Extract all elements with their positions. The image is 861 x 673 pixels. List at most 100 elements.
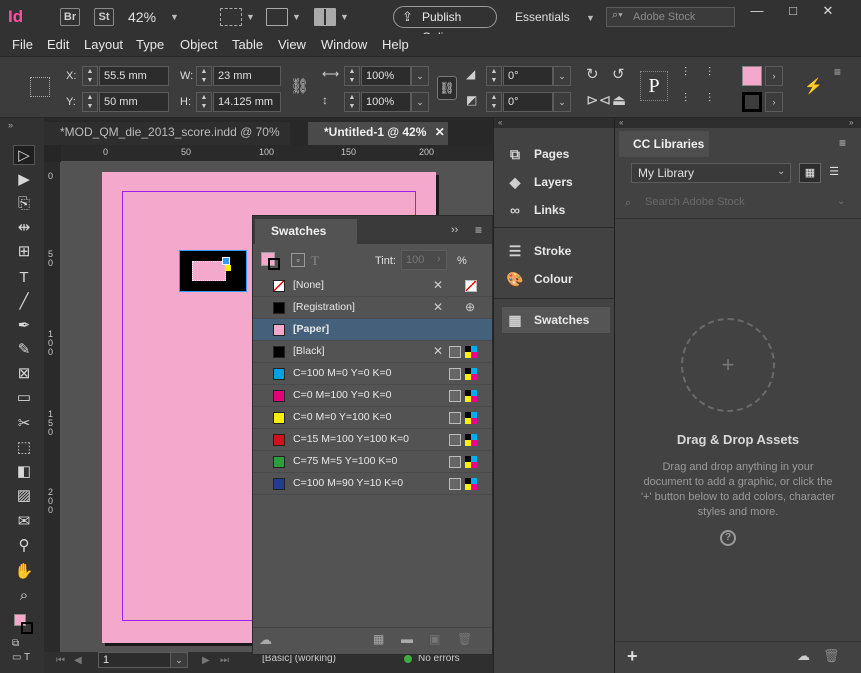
formatting-affects-container-icon[interactable]: ⧉	[12, 638, 19, 649]
select-container-icon[interactable]: ⫶	[684, 65, 687, 80]
menu-file[interactable]: File	[12, 37, 33, 52]
selection-tool-icon[interactable]: ▷	[13, 145, 35, 165]
library-dropdown-icon[interactable]: ⌄	[777, 166, 785, 177]
stock-search-input[interactable]: Adobe Stock	[606, 7, 735, 27]
fill-dropdown[interactable]: ›	[765, 66, 783, 86]
stroke-swatch[interactable]	[742, 92, 762, 112]
help-icon[interactable]: ?	[720, 530, 736, 546]
scale-x-stepper[interactable]: ▲ ▼	[344, 66, 360, 86]
shear-dropdown[interactable]: ⌄	[553, 92, 571, 112]
swatch-views-icon[interactable]: ▦	[373, 632, 384, 646]
y-stepper[interactable]: ▲ ▼	[82, 92, 98, 112]
cc-libraries-tab[interactable]: CC Libraries	[619, 131, 709, 157]
rotate-dropdown[interactable]: ⌄	[553, 66, 571, 86]
zoom-dropdown-icon[interactable]: ▼	[170, 12, 179, 22]
rotate-field[interactable]: 0°	[503, 66, 553, 86]
delete-swatch-icon[interactable]: 🗑	[457, 632, 472, 646]
swatch-row[interactable]: C=75 M=5 Y=100 K=0	[253, 451, 492, 473]
scale-y-stepper[interactable]: ▲ ▼	[344, 92, 360, 112]
menu-type[interactable]: Type	[136, 37, 164, 52]
constrain-proportions-icon[interactable]: ⛓	[290, 77, 309, 95]
note-tool-icon[interactable]: ✉	[13, 512, 35, 532]
swatch-row[interactable]: C=100 M=90 Y=10 K=0	[253, 473, 492, 495]
dock-expand-icon[interactable]: «	[498, 118, 502, 127]
scale-y-dropdown[interactable]: ⌄	[411, 92, 429, 112]
cclib-collapse-icon[interactable]: »	[849, 118, 853, 127]
menu-table[interactable]: Table	[232, 37, 263, 52]
cclib-search-input[interactable]: Search Adobe Stock	[645, 196, 805, 212]
gradient-feather-tool-icon[interactable]: ▨	[13, 486, 35, 506]
scale-y-field[interactable]: 100%	[361, 92, 411, 112]
add-asset-circle[interactable]: +	[681, 318, 775, 412]
maximize-button[interactable]: □	[778, 4, 808, 18]
vertical-ruler[interactable]: 0 5 0 1 0 0 1 5 0 2 0 0	[44, 162, 61, 652]
swatch-row[interactable]: C=100 M=0 Y=0 K=0	[253, 363, 492, 385]
search-dropdown-icon[interactable]: ⌄	[837, 196, 845, 207]
paragraph-direction-icon[interactable]: P	[640, 71, 668, 101]
swatch-row[interactable]: C=0 M=100 Y=0 K=0	[253, 385, 492, 407]
free-transform-tool-icon[interactable]: ⬚	[13, 438, 35, 458]
dock-item-links[interactable]: ∞ Links	[502, 197, 610, 223]
swatch-row-selected[interactable]: [Paper]	[253, 319, 492, 341]
formatting-affects-text-icon[interactable]: ▭ T	[12, 652, 30, 663]
dock-item-colour[interactable]: 🎨 Colour	[502, 266, 610, 292]
swatches-tab[interactable]: Swatches	[255, 219, 357, 244]
reference-point-icon[interactable]	[30, 77, 50, 97]
cclib-expand-icon[interactable]: «	[619, 118, 623, 127]
selected-frame[interactable]	[179, 250, 247, 292]
new-color-group-icon[interactable]: ▬	[401, 632, 413, 646]
new-swatch-icon[interactable]: ▣	[429, 632, 440, 646]
rotate-stepper[interactable]: ▲ ▼	[486, 66, 502, 86]
grid-view-icon[interactable]: ▦	[799, 163, 821, 183]
formatting-text-icon[interactable]: T	[311, 253, 319, 269]
constrain-scale-icon[interactable]: ⛓	[437, 76, 457, 100]
arrange-dropdown-icon[interactable]: ▼	[340, 12, 349, 22]
library-selector[interactable]: My Library	[631, 163, 791, 183]
previous-page-icon[interactable]: ◀	[74, 655, 82, 666]
page-tool-icon[interactable]: ⎘	[13, 194, 35, 214]
last-page-icon[interactable]: ⏭	[220, 655, 229, 666]
content-collector-icon[interactable]: ⊞	[13, 242, 35, 262]
shear-field[interactable]: 0°	[503, 92, 553, 112]
collapse-tools-icon[interactable]: »	[8, 120, 13, 130]
menu-window[interactable]: Window	[321, 37, 367, 52]
screen-mode-icon[interactable]	[266, 8, 288, 26]
cc-library-icon[interactable]: ☁	[259, 632, 272, 648]
type-tool-icon[interactable]: T	[13, 268, 35, 288]
y-field[interactable]: 50 mm	[99, 92, 169, 112]
gap-tool-icon[interactable]: ⇹	[13, 218, 35, 238]
dock-item-stroke[interactable]: ☰ Stroke	[502, 238, 610, 264]
workspace-dropdown-icon[interactable]: ▼	[586, 13, 595, 23]
swatch-row[interactable]: [None] ✕	[253, 275, 492, 297]
hand-tool-icon[interactable]: ✋	[13, 562, 35, 582]
x-stepper[interactable]: ▲ ▼	[82, 66, 98, 86]
delete-asset-icon[interactable]: 🗑	[823, 648, 840, 664]
stroke-dropdown[interactable]: ›	[765, 92, 783, 112]
inner-content-frame[interactable]	[192, 261, 226, 281]
cclib-menu-icon[interactable]: ≡	[839, 136, 846, 150]
arrange-documents-icon[interactable]	[314, 8, 336, 26]
gradient-swatch-tool-icon[interactable]: ◧	[13, 462, 35, 482]
h-field[interactable]: 14.125 mm	[213, 92, 281, 112]
w-field[interactable]: 23 mm	[213, 66, 281, 86]
close-tab-icon[interactable]: ✕	[435, 125, 445, 139]
creative-cloud-icon[interactable]: ☁	[797, 648, 810, 664]
ruler-origin[interactable]	[44, 145, 61, 162]
swatch-row[interactable]: [Black] ✕	[253, 341, 492, 363]
stroke-box[interactable]	[268, 258, 280, 270]
dock-item-layers[interactable]: ◆ Layers	[502, 169, 610, 195]
view-options-icon[interactable]	[220, 8, 242, 26]
x-field[interactable]: 55.5 mm	[99, 66, 169, 86]
menu-help[interactable]: Help	[382, 37, 409, 52]
content-grabber-handle[interactable]	[222, 257, 230, 265]
view-options-dropdown-icon[interactable]: ▼	[246, 12, 255, 22]
bridge-button[interactable]: Br	[60, 8, 80, 26]
panel-menu-icon[interactable]: ≡	[475, 223, 482, 237]
rotate-ccw-icon[interactable]: ↺	[612, 65, 625, 83]
swatch-row[interactable]: [Registration] ✕ ⊕	[253, 297, 492, 319]
tab-untitled-1[interactable]: *Untitled-1 @ 42% ✕	[308, 122, 448, 145]
live-corner-handle[interactable]	[225, 265, 231, 271]
scale-x-dropdown[interactable]: ⌄	[411, 66, 429, 86]
collapse-panel-icon[interactable]: ››	[451, 224, 458, 236]
page-number-dropdown[interactable]: ⌄	[170, 652, 188, 668]
